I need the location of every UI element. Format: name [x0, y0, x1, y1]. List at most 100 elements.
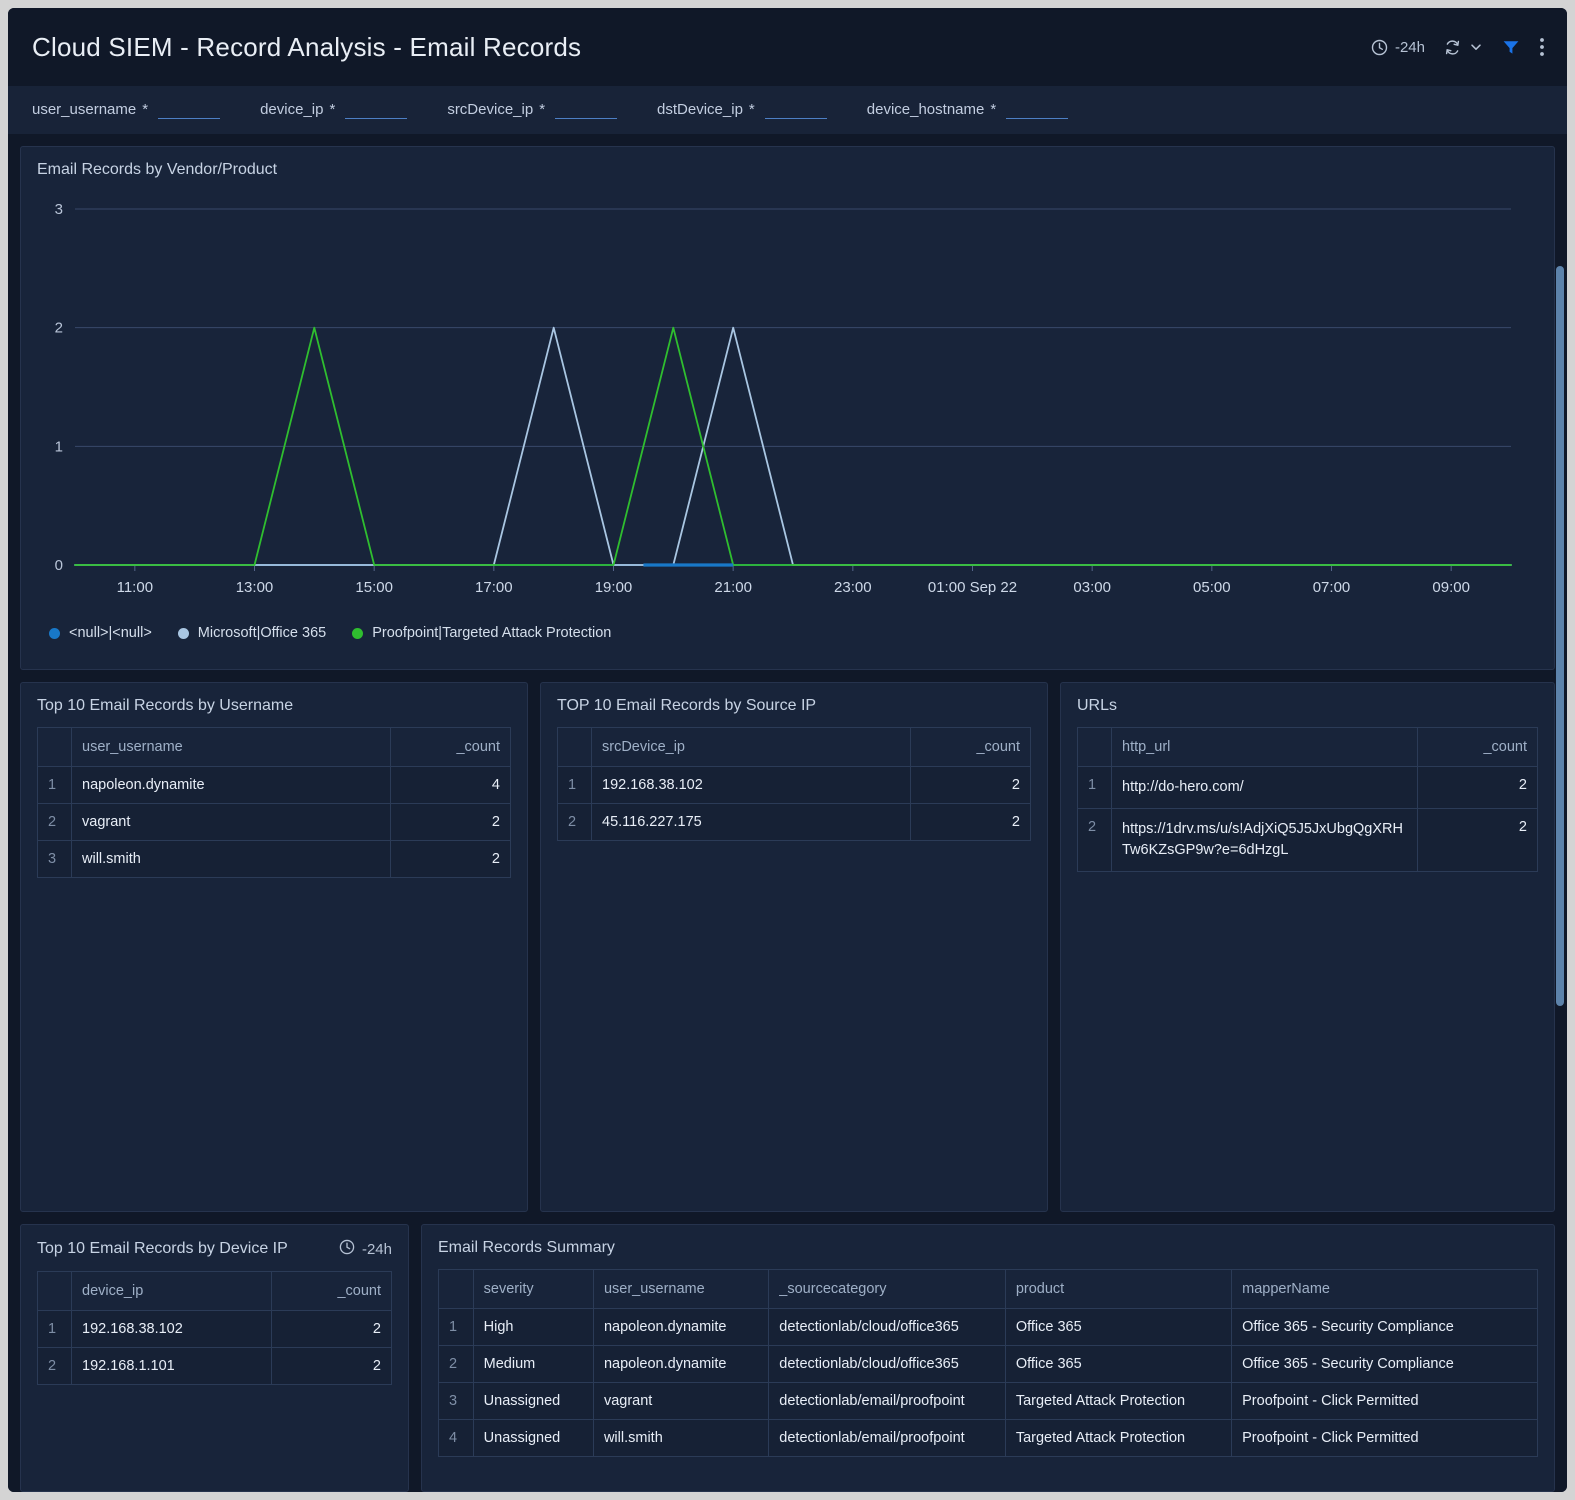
row-index: 2: [38, 1348, 72, 1385]
table-row[interactable]: 3will.smith2: [38, 841, 511, 878]
panel-row-3: Top 10 Email Records by Device IP -24h: [20, 1224, 1555, 1492]
panel-time-range-label: -24h: [362, 1241, 392, 1258]
table-row[interactable]: 4Unassignedwill.smithdetectionlab/email/…: [439, 1420, 1538, 1457]
table-urls: http_url _count 1http://do-hero.com/22ht…: [1077, 727, 1538, 872]
table-row[interactable]: 3Unassignedvagrantdetectionlab/email/pro…: [439, 1383, 1538, 1420]
row-index: 3: [439, 1383, 474, 1420]
column-index: [558, 728, 592, 767]
dashboard-board: Email Records by Vendor/Product 012311:0…: [8, 134, 1567, 1492]
filter-input-user-username[interactable]: [158, 101, 220, 119]
row-index: 1: [1078, 767, 1112, 809]
refresh-button[interactable]: [1443, 38, 1483, 57]
table-row[interactable]: 1napoleon.dynamite4: [38, 767, 511, 804]
table-container: severity user_username _sourcecategory p…: [422, 1269, 1554, 1457]
dashboard-app: Cloud SIEM - Record Analysis - Email Rec…: [8, 8, 1567, 1492]
column-header-count[interactable]: _count: [272, 1272, 392, 1311]
table-body: 1Highnapoleon.dynamitedetectionlab/cloud…: [439, 1309, 1538, 1457]
axis-tick-label-x: 05:00: [1193, 579, 1231, 596]
cell--sourcecategory: detectionlab/email/proofpoint: [769, 1420, 1006, 1457]
table-header-row: srcDevice_ip _count: [558, 728, 1031, 767]
table-header-row: http_url _count: [1078, 728, 1538, 767]
table-row[interactable]: 245.116.227.1752: [558, 804, 1031, 841]
table-summary: severity user_username _sourcecategory p…: [438, 1269, 1538, 1457]
cell-mapperName: Office 365 - Security Compliance: [1232, 1309, 1538, 1346]
column-index: [38, 1272, 72, 1311]
cell-http-url: https://1drv.ms/u/s!AdjXiQ5J5JxUbgQgXRHT…: [1112, 809, 1418, 872]
axis-tick-label-x: 17:00: [475, 579, 513, 596]
table-container: user_username _count 1napoleon.dynamite4…: [21, 727, 527, 878]
axis-tick-label-x: 15:00: [355, 579, 393, 596]
cell-user-username: napoleon.dynamite: [593, 1346, 768, 1383]
table-header: device_ip _count: [38, 1272, 392, 1311]
column-header-sourcecategory[interactable]: _sourcecategory: [769, 1270, 1006, 1309]
cell-device-ip: 192.168.38.102: [72, 1311, 272, 1348]
table-row[interactable]: 2vagrant2: [38, 804, 511, 841]
cell-user-username: will.smith: [593, 1420, 768, 1457]
cell--count: 2: [391, 841, 511, 878]
filter-input-device-hostname[interactable]: [1006, 101, 1068, 119]
table-row[interactable]: 1192.168.38.1022: [558, 767, 1031, 804]
column-header-mappername[interactable]: mapperName: [1232, 1270, 1538, 1309]
required-marker: *: [990, 101, 996, 118]
refresh-icon: [1443, 38, 1462, 57]
cell-severity: Unassigned: [473, 1383, 593, 1420]
panel-time-range[interactable]: -24h: [339, 1239, 392, 1259]
table-row[interactable]: 1Highnapoleon.dynamitedetectionlab/cloud…: [439, 1309, 1538, 1346]
line-chart[interactable]: 012311:0013:0015:0017:0019:0021:0023:000…: [21, 191, 1554, 621]
column-header-count[interactable]: _count: [391, 728, 511, 767]
column-header-count[interactable]: _count: [1418, 728, 1538, 767]
table-row[interactable]: 2Mediumnapoleon.dynamitedetectionlab/clo…: [439, 1346, 1538, 1383]
table-body: 1192.168.38.10222192.168.1.1012: [38, 1311, 392, 1385]
legend-item-proofpoint-tap[interactable]: Proofpoint|Targeted Attack Protection: [352, 625, 611, 641]
table-header: http_url _count: [1078, 728, 1538, 767]
column-header-device-ip[interactable]: device_ip: [72, 1272, 272, 1311]
column-header-user-username[interactable]: user_username: [72, 728, 391, 767]
row-index: 2: [38, 804, 72, 841]
vertical-scrollbar[interactable]: [1555, 266, 1565, 1006]
panel-email-records-summary: Email Records Summary severity user_user…: [421, 1224, 1555, 1492]
column-header-http-url[interactable]: http_url: [1112, 728, 1418, 767]
axis-tick-label-y: 3: [55, 201, 63, 218]
axis-tick-label-x: 01:00 Sep 22: [928, 579, 1017, 596]
column-header-severity[interactable]: severity: [473, 1270, 593, 1309]
table-row[interactable]: 2https://1drv.ms/u/s!AdjXiQ5J5JxUbgQgXRH…: [1078, 809, 1538, 872]
column-index: [38, 728, 72, 767]
title-bar: Cloud SIEM - Record Analysis - Email Rec…: [8, 8, 1567, 86]
cell--count: 2: [272, 1348, 392, 1385]
legend-item-null[interactable]: <null>|<null>: [49, 625, 152, 641]
table-container: device_ip _count 1192.168.38.10222192.16…: [21, 1271, 408, 1385]
filter-user-username: user_username *: [32, 101, 220, 119]
cell--count: 2: [911, 767, 1031, 804]
table-header-row: user_username _count: [38, 728, 511, 767]
filter-button[interactable]: [1501, 37, 1521, 57]
column-header-product[interactable]: product: [1005, 1270, 1231, 1309]
table-row[interactable]: 2192.168.1.1012: [38, 1348, 392, 1385]
cell-http-url: http://do-hero.com/: [1112, 767, 1418, 809]
table-row[interactable]: 1http://do-hero.com/2: [1078, 767, 1538, 809]
legend-item-microsoft-office-365[interactable]: Microsoft|Office 365: [178, 625, 326, 641]
column-header-src-device-ip[interactable]: srcDevice_ip: [592, 728, 911, 767]
table-row[interactable]: 1192.168.38.1022: [38, 1311, 392, 1348]
column-header-count[interactable]: _count: [911, 728, 1031, 767]
cell-severity: Unassigned: [473, 1420, 593, 1457]
filter-device-hostname: device_hostname *: [867, 101, 1068, 119]
cell--count: 2: [911, 804, 1031, 841]
row-index: 4: [439, 1420, 474, 1457]
axis-tick-label-x: 13:00: [236, 579, 274, 596]
filter-input-device-ip[interactable]: [345, 101, 407, 119]
cell--sourcecategory: detectionlab/email/proofpoint: [769, 1383, 1006, 1420]
time-range-button[interactable]: -24h: [1371, 39, 1425, 56]
row-index: 1: [558, 767, 592, 804]
table-header-row: device_ip _count: [38, 1272, 392, 1311]
cell-mapperName: Proofpoint - Click Permitted: [1232, 1383, 1538, 1420]
filter-input-dst-device-ip[interactable]: [765, 101, 827, 119]
row-index: 3: [38, 841, 72, 878]
more-options-button[interactable]: [1539, 36, 1545, 58]
filter-input-src-device-ip[interactable]: [555, 101, 617, 119]
table-body: 1napoleon.dynamite42vagrant23will.smith2: [38, 767, 511, 878]
legend-label: Microsoft|Office 365: [198, 625, 326, 641]
scrollbar-thumb[interactable]: [1556, 266, 1564, 1006]
column-header-user-username[interactable]: user_username: [593, 1270, 768, 1309]
table-source-ip: srcDevice_ip _count 1192.168.38.1022245.…: [557, 727, 1031, 841]
row-index: 1: [38, 767, 72, 804]
